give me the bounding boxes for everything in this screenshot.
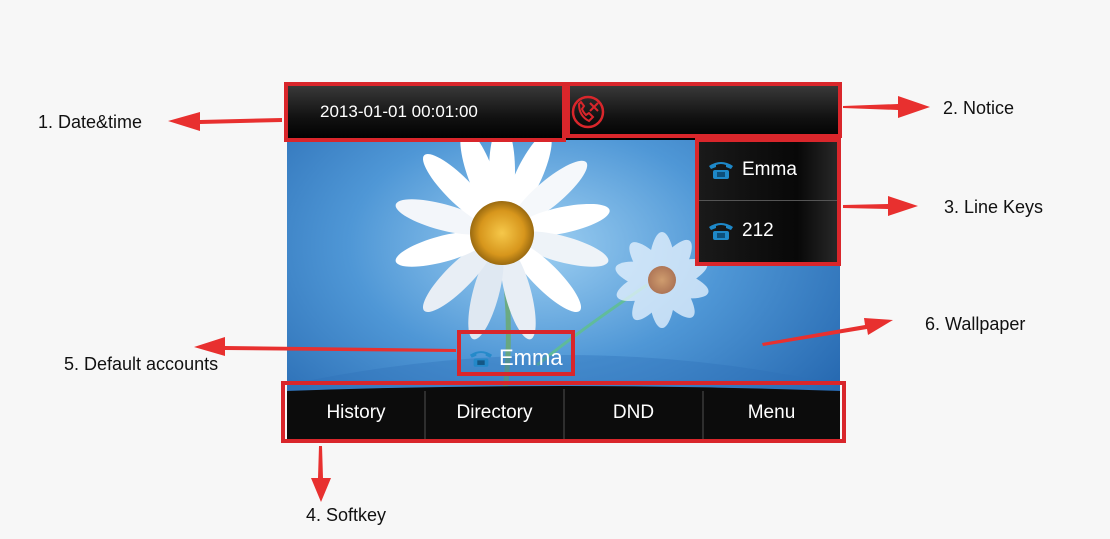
label-wallpaper: 6. Wallpaper [925,314,1026,334]
arrow-wallpaper [762,318,893,346]
label-notice: 2. Notice [943,98,1015,118]
label-softkey: 4. Softkey [306,505,387,525]
diagram-canvas: 2013-01-01 00:01:00 Emma 212 Emma Histor… [0,0,1110,539]
label-datetime: 1. Date&time [38,112,143,132]
label-line-keys: 3. Line Keys [944,197,1044,217]
arrow-default-accounts [194,337,456,356]
arrow-line-keys [843,196,918,216]
label-default-accounts: 5. Default accounts [64,354,219,374]
arrow-datetime [168,112,282,131]
arrow-softkey [311,446,331,502]
callout-arrows [168,96,930,502]
arrow-notice [843,96,930,118]
